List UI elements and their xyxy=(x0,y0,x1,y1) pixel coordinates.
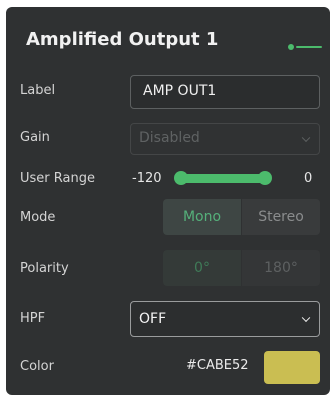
status-indicator xyxy=(288,44,322,50)
gain-select: Disabled xyxy=(130,123,320,155)
label-row-label: Label xyxy=(20,83,56,98)
gain-select-value: Disabled xyxy=(139,130,200,146)
user-range-slider[interactable] xyxy=(174,171,272,185)
mode-row-label: Mode xyxy=(20,210,56,225)
polarity-row-label: Polarity xyxy=(20,261,69,276)
hpf-row-label: HPF xyxy=(20,311,46,326)
polarity-180-button: 180° xyxy=(241,250,320,286)
user-range-min: -120 xyxy=(132,171,162,186)
user-range-max: 0 xyxy=(304,171,313,186)
user-range-low-thumb[interactable] xyxy=(174,171,188,185)
polarity-toggle: 0° 180° xyxy=(163,250,320,286)
hpf-select[interactable]: OFF xyxy=(130,301,320,337)
mode-mono-button[interactable]: Mono xyxy=(163,199,241,235)
user-range-fill xyxy=(181,174,265,183)
status-dot-icon xyxy=(288,44,294,50)
user-range-high-thumb[interactable] xyxy=(258,171,272,185)
chevron-down-icon xyxy=(301,133,311,143)
color-hex-value: #CABE52 xyxy=(186,358,249,373)
panel-title: Amplified Output 1 xyxy=(26,29,219,50)
chevron-down-icon xyxy=(301,313,311,323)
gain-row-label: Gain xyxy=(20,130,50,145)
polarity-0-button: 0° xyxy=(163,250,241,286)
color-swatch-button[interactable] xyxy=(264,351,320,384)
mode-toggle: Mono Stereo xyxy=(163,199,320,235)
status-line xyxy=(296,46,322,48)
user-range-row-label: User Range xyxy=(20,171,95,186)
label-input[interactable]: AMP OUT1 xyxy=(130,75,320,109)
color-row-label: Color xyxy=(20,359,54,374)
mode-stereo-button[interactable]: Stereo xyxy=(241,199,320,235)
hpf-select-value: OFF xyxy=(139,311,167,327)
